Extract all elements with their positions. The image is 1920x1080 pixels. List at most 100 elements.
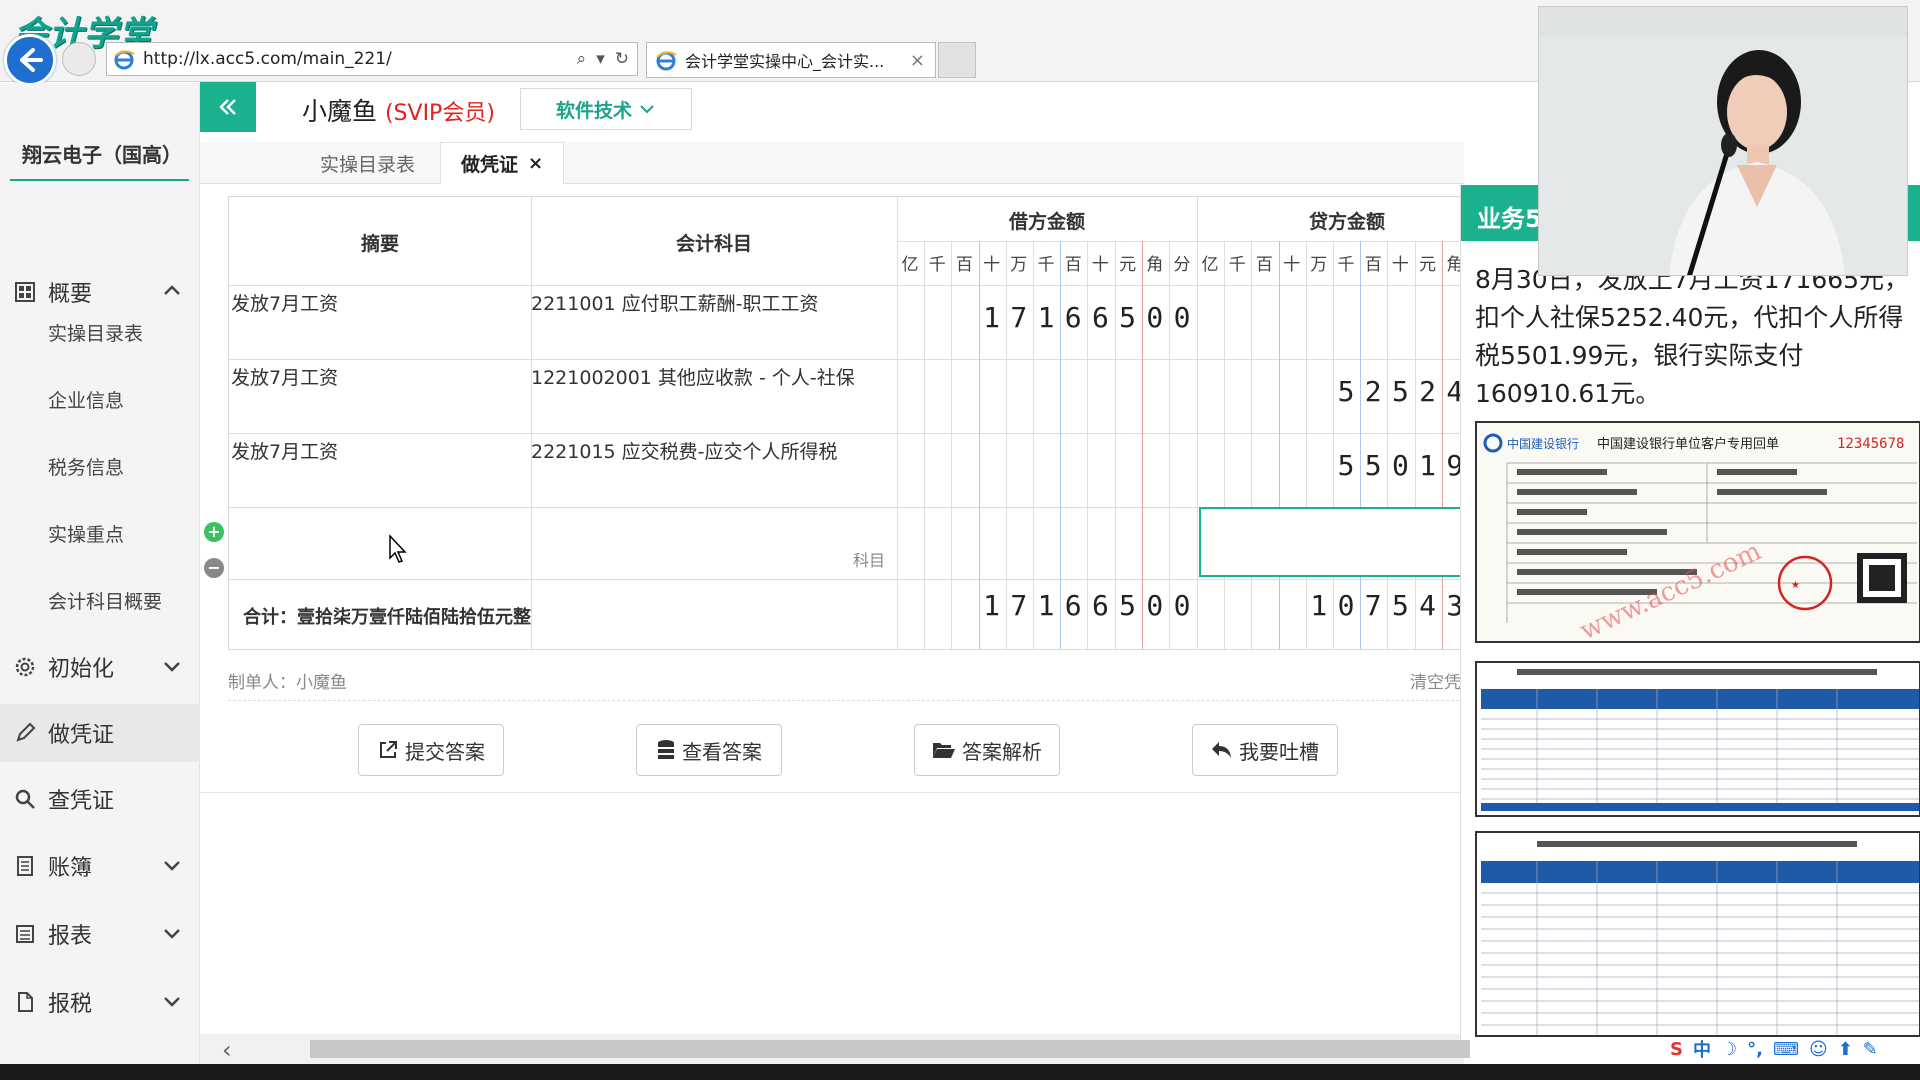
credit-unit-header: 百 (1364, 255, 1382, 275)
sidebar-subitem-key-points[interactable]: 实操重点 (48, 520, 124, 547)
row-1-account[interactable]: 2211001 应付职工薪酬-职工工资 (531, 289, 819, 316)
tax-sheet-image[interactable] (1475, 831, 1920, 1037)
debit-unit-header: 分 (1173, 255, 1191, 275)
row-1-debit-digit: 1 (983, 301, 1001, 334)
credit-unit-header: 元 (1419, 255, 1437, 275)
moon-icon[interactable]: ☽ (1721, 1039, 1737, 1060)
credit-unit-header: 十 (1391, 255, 1409, 275)
chevron-left-icon[interactable]: ‹ (222, 1036, 232, 1064)
row-2-account[interactable]: 1221002001 其他应收款 - 个人-社保 (531, 363, 855, 390)
credit-input-active[interactable] (1199, 507, 1463, 577)
row-3-account[interactable]: 2221015 应交税费-应交个人所得税 (531, 437, 838, 464)
book-icon (12, 853, 38, 879)
url-text[interactable]: http://lx.acc5.com/main_221/ (143, 49, 577, 69)
chevron-down-icon (640, 105, 654, 114)
sidebar-subitem-catalog[interactable]: 实操目录表 (48, 319, 143, 346)
chevron-down-icon (164, 997, 180, 1007)
collapse-sidebar-button[interactable] (200, 82, 256, 132)
divider (228, 700, 1464, 701)
svg-text:★: ★ (1791, 580, 1800, 591)
button-label: 答案解析 (962, 739, 1042, 764)
chevron-down-icon (164, 662, 180, 672)
feedback-button[interactable]: 我要吐槽 (1192, 724, 1338, 776)
refresh-icon[interactable]: ↻ (615, 49, 629, 69)
search-icon[interactable]: ⌕ (577, 49, 587, 69)
tab-catalog[interactable]: 实操目录表 (300, 142, 435, 184)
sidebar-item-make-voucher[interactable]: 做凭证 (0, 704, 200, 762)
row-3-credit-digit: 1 (1419, 449, 1437, 482)
horizontal-scrollbar[interactable]: ‹ (200, 1034, 1470, 1064)
row-3-credit-digit: 0 (1391, 449, 1409, 482)
sidebar-item-ledger[interactable]: 账簿 (0, 837, 200, 895)
remove-row-button[interactable]: − (204, 558, 224, 578)
punctuation-icon[interactable]: °, (1747, 1039, 1763, 1060)
digit-column-line (1251, 241, 1253, 649)
sidebar-subitem-accounts-overview[interactable]: 会计科目概要 (48, 587, 162, 614)
user-icon[interactable]: ☺ (1809, 1039, 1828, 1060)
upload-icon[interactable]: ⬆ (1838, 1039, 1853, 1060)
account-placeholder[interactable]: 科目 (853, 547, 885, 571)
payroll-sheet-image[interactable] (1475, 661, 1920, 817)
ie-icon (655, 49, 677, 71)
sidebar-subitem-tax-info[interactable]: 税务信息 (48, 453, 124, 480)
forward-button[interactable] (62, 42, 96, 76)
row-1-debit-digit: 7 (1010, 301, 1028, 334)
chevron-up-icon (164, 285, 180, 295)
sidebar-item-reports[interactable]: 报表 (0, 905, 200, 963)
submit-answer-button[interactable]: 提交答案 (358, 724, 504, 776)
search-icon (12, 786, 38, 812)
dropdown-icon[interactable]: ▾ (596, 49, 605, 69)
button-label: 查看答案 (682, 739, 762, 764)
chevron-down-icon (164, 929, 180, 939)
sidebar-item-label: 查凭证 (48, 789, 115, 814)
tab-make-voucher[interactable]: 做凭证 × (440, 142, 565, 184)
user-level: (SVIP会员) (384, 101, 495, 126)
sidebar-item-label: 报表 (48, 924, 93, 949)
clear-voucher-link[interactable]: 清空凭 (1410, 668, 1461, 693)
debit-unit-header: 角 (1146, 255, 1164, 275)
tool-icon[interactable]: ✎ (1863, 1039, 1878, 1060)
bank-receipt-image[interactable]: 中国建设银行 中国建设银行单位客户专用回单 12345678 ★ www.acc… (1475, 421, 1920, 643)
instructor-video[interactable] (1538, 6, 1908, 276)
sidebar-item-query-voucher[interactable]: 查凭证 (0, 770, 200, 828)
add-row-button[interactable]: + (204, 522, 224, 542)
address-bar[interactable]: http://lx.acc5.com/main_221/ ⌕ ▾ ↻ (106, 42, 638, 76)
total-credit-digit: 7 (1364, 589, 1382, 622)
sidebar-item-tax-filing[interactable]: 报税 (0, 973, 200, 1031)
sidebar-subitem-company-info[interactable]: 企业信息 (48, 386, 124, 413)
software-tech-dropdown[interactable]: 软件技术 (520, 88, 692, 130)
receipt-title: 中国建设银行单位客户专用回单 (1597, 436, 1779, 452)
sidebar-item-init[interactable]: 初始化 (0, 638, 200, 696)
double-chevron-left-icon (219, 99, 236, 115)
credit-unit-header: 百 (1255, 255, 1273, 275)
ime-mode[interactable]: 中 (1693, 1036, 1711, 1062)
list-icon (12, 921, 38, 947)
row-1-debit-digit: 0 (1173, 301, 1191, 334)
total-debit-digit: 1 (983, 589, 1001, 622)
answer-analysis-button[interactable]: 答案解析 (914, 724, 1060, 776)
row-1-debit-digit: 5 (1119, 301, 1137, 334)
view-answer-button[interactable]: 查看答案 (636, 724, 782, 776)
sidebar-item-overview[interactable]: 概要 (0, 263, 200, 321)
back-button[interactable] (4, 34, 56, 86)
browser-tab[interactable]: 会计学堂实操中心_会计实... × (646, 42, 936, 78)
close-icon[interactable]: × (528, 153, 543, 174)
close-icon[interactable]: × (910, 50, 925, 71)
row-3-summary[interactable]: 发放7月工资 (231, 437, 338, 464)
reply-icon (1211, 740, 1233, 760)
row-2-summary[interactable]: 发放7月工资 (231, 363, 338, 390)
system-tray: S 中 ☽ °, ⌨ ☺ ⬆ ✎ (1660, 1034, 1920, 1064)
row-2-credit-digit: 5 (1337, 375, 1355, 408)
row-1-summary[interactable]: 发放7月工资 (231, 289, 338, 316)
scrollbar-thumb[interactable] (310, 1040, 1470, 1058)
keyboard-icon[interactable]: ⌨ (1773, 1039, 1799, 1060)
new-tab-button[interactable] (938, 42, 976, 78)
sogou-ime-icon[interactable]: S (1670, 1039, 1683, 1060)
debit-unit-header: 千 (928, 255, 946, 275)
sidebar-item-label: 初始化 (48, 657, 115, 682)
business-description: 8月30日，发放上7月工资171665元，扣个人社保5252.40元，代扣个人所… (1475, 265, 1910, 408)
total-debit-digit: 0 (1146, 589, 1164, 622)
total-in-words: 合计：壹拾柒万壹仟陆佰陆拾伍元整 (243, 607, 531, 628)
total-debit-digit: 6 (1064, 589, 1082, 622)
row-1-debit-digit: 1 (1037, 301, 1055, 334)
